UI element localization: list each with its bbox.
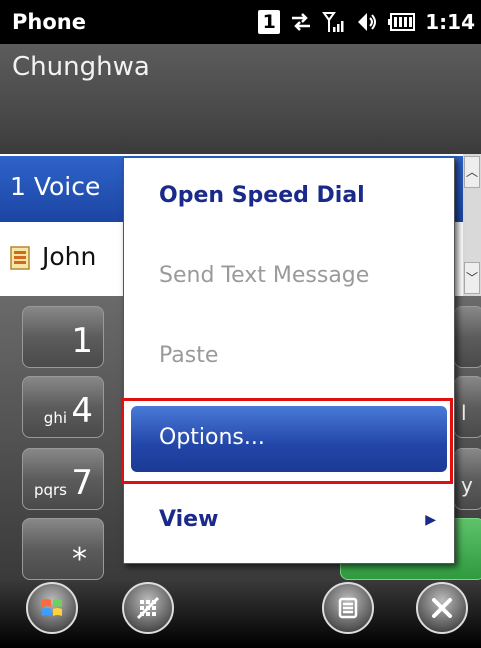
- menu-item-paste: Paste: [159, 343, 219, 368]
- clock: 1:14: [425, 10, 475, 34]
- submenu-arrow-icon: ▶: [425, 512, 436, 528]
- windows-start-icon[interactable]: [26, 582, 78, 634]
- battery-icon: [388, 13, 416, 31]
- key-6[interactable]: l: [454, 376, 481, 438]
- key-star[interactable]: *: [22, 518, 104, 580]
- key-7[interactable]: pqrs 7: [22, 448, 104, 510]
- key-letters: ghi: [43, 409, 67, 427]
- menu-item-send-text-message: Send Text Message: [159, 263, 370, 288]
- options-highlight-box: [121, 398, 453, 484]
- data-transfer-icon: [292, 13, 311, 31]
- context-menu: Open Speed Dial Send Text Message Paste …: [123, 157, 455, 564]
- menu-item-label: View: [159, 507, 219, 532]
- contact-card-icon: [10, 246, 30, 270]
- carrier-name: Chunghwa: [12, 52, 150, 82]
- list-item-label: John: [42, 242, 97, 271]
- key-digit: 1: [71, 321, 93, 361]
- signal-strength-icon: [322, 12, 344, 32]
- status-icons: 1 1:14: [258, 8, 475, 36]
- close-icon[interactable]: [416, 582, 468, 634]
- key-digit: *: [72, 542, 87, 577]
- app-title: Phone: [12, 10, 86, 34]
- keypad-toggle-icon[interactable]: [122, 582, 174, 634]
- scroll-down-icon[interactable]: ﹀: [464, 262, 480, 294]
- scroll-up-icon[interactable]: ︿: [464, 156, 480, 188]
- list-scrollbar[interactable]: ︿ ﹀: [463, 154, 481, 296]
- key-letters: pqrs: [33, 481, 67, 499]
- key-letters: y: [461, 473, 473, 497]
- key-digit: 4: [71, 391, 93, 431]
- list-item-label: 1 Voice: [10, 172, 101, 201]
- key-3[interactable]: [454, 306, 481, 368]
- speaker-icon: [358, 13, 377, 31]
- key-digit: 7: [71, 463, 93, 503]
- sim-slot-icon: 1: [258, 10, 281, 34]
- key-4[interactable]: ghi 4: [22, 376, 104, 438]
- key-9[interactable]: y: [454, 448, 481, 510]
- menu-item-open-speed-dial[interactable]: Open Speed Dial: [124, 166, 454, 226]
- key-letters: l: [461, 401, 467, 425]
- menu-item-view[interactable]: View ▶: [124, 490, 454, 550]
- key-1[interactable]: 1: [22, 306, 104, 368]
- menu-icon[interactable]: [322, 582, 374, 634]
